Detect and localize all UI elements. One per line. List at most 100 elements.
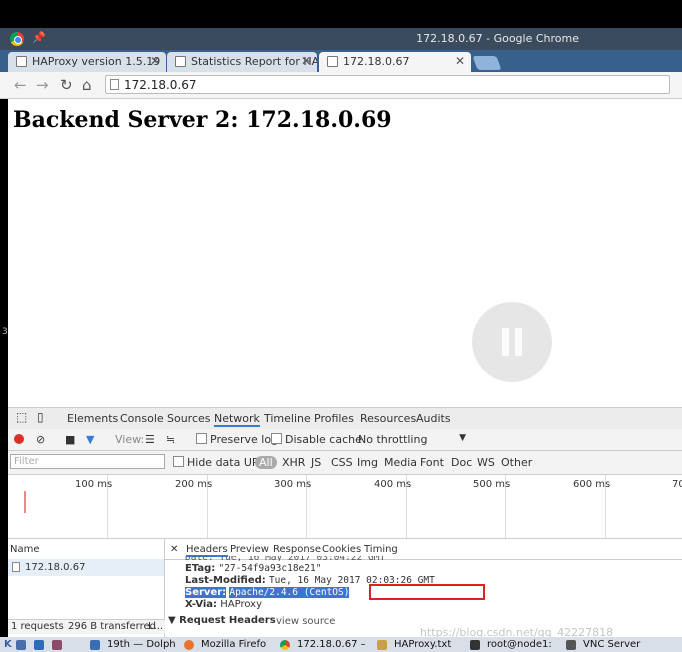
detail-tab-timing[interactable]: Timing xyxy=(364,544,398,555)
header-server: Server: Apache/2.4.6 (CentOS) xyxy=(185,587,350,598)
capture-screenshots-icon[interactable]: ■ xyxy=(65,433,75,446)
disable-cache-label: Disable cache xyxy=(285,433,362,446)
filter-type-all[interactable]: All xyxy=(255,456,277,469)
timeline-tick-label: 600 ms xyxy=(573,479,611,490)
filter-type-doc[interactable]: Doc xyxy=(451,456,472,469)
device-mode-icon[interactable]: ▯ xyxy=(37,410,44,424)
page-info-icon xyxy=(110,79,119,90)
request-headers-label: Request Headers xyxy=(179,615,276,626)
inspect-icon[interactable]: ⬚ xyxy=(16,410,27,424)
annotation-red-box xyxy=(369,584,485,600)
back-arrow-icon[interactable]: ← xyxy=(14,76,27,94)
devtools-tab-elements[interactable]: Elements xyxy=(67,412,118,425)
chrome-icon[interactable] xyxy=(280,640,290,650)
taskbar-item-chrome[interactable]: 172.18.0.67 – xyxy=(297,639,366,650)
close-tab-icon[interactable]: ✕ xyxy=(455,54,465,68)
page-icon xyxy=(16,56,27,67)
close-detail-icon[interactable]: ✕ xyxy=(170,544,178,555)
forward-arrow-icon[interactable]: → xyxy=(36,76,49,94)
tab-haproxy-version[interactable]: HAProxy version 1.5.19 ✕ xyxy=(8,52,166,72)
filter-type-media[interactable]: Media xyxy=(384,456,417,469)
top-black-band xyxy=(0,0,682,28)
request-headers-section[interactable]: ▼ Request Headers xyxy=(168,615,276,626)
clipped-header-line: Date: Tue, 16 May 2017 03:04:22 GMT xyxy=(185,556,385,561)
document-icon xyxy=(12,562,20,572)
pager-grid-icon[interactable] xyxy=(52,640,62,650)
network-filterbar: Filter Hide data URLs All XHR JS CSS Img… xyxy=(8,451,682,475)
filter-type-css[interactable]: CSS xyxy=(331,456,353,469)
network-summary-bar: 1 requests 296 B transferred L... xyxy=(8,619,166,634)
request-row[interactable]: 172.18.0.67 xyxy=(8,559,164,576)
timeline-tick-label: 100 ms xyxy=(75,479,113,490)
filter-type-other[interactable]: Other xyxy=(501,456,532,469)
pin-icon[interactable]: 📌 xyxy=(32,31,46,44)
filter-type-js[interactable]: JS xyxy=(311,456,321,469)
tab-label: HAProxy version 1.5.19 xyxy=(32,55,161,68)
header-name: ETag: xyxy=(185,563,216,574)
network-timeline-overview: 100 ms 200 ms 300 ms 400 ms 500 ms 600 m… xyxy=(8,475,682,539)
taskbar-item-terminal[interactable]: root@node1: xyxy=(487,639,552,650)
disable-cache-checkbox[interactable]: Disable cache xyxy=(271,433,362,446)
preserve-log-checkbox[interactable]: Preserve log xyxy=(196,433,278,446)
detail-tab-cookies[interactable]: Cookies xyxy=(322,544,361,555)
name-column-header[interactable]: Name xyxy=(10,544,40,555)
new-tab-button[interactable] xyxy=(472,56,502,70)
vnc-icon[interactable] xyxy=(566,640,576,650)
network-toolbar: ⊘ ■ ▼ View: ☰ ≒ Preserve log Disable cac… xyxy=(8,429,682,451)
url-field[interactable]: 172.18.0.67 xyxy=(105,75,670,94)
summary-more: L... xyxy=(148,621,164,632)
devtools-tab-timeline[interactable]: Timeline xyxy=(264,412,311,425)
request-count: 1 requests xyxy=(11,621,64,632)
header-value: Apache/2.4.6 (CentOS) xyxy=(229,587,350,598)
taskbar-item-dolphin[interactable]: 19th — Dolph xyxy=(107,639,176,650)
filter-funnel-icon[interactable]: ▼ xyxy=(86,433,94,446)
text-editor-icon[interactable] xyxy=(377,640,387,650)
reload-icon[interactable]: ↻ xyxy=(60,76,73,94)
detail-tab-preview[interactable]: Preview xyxy=(230,544,269,555)
page-heading: Backend Server 2: 172.18.0.69 xyxy=(13,107,392,133)
taskbar-item-firefox[interactable]: Mozilla Firefo xyxy=(201,639,266,650)
address-bar: ← → ↻ ⌂ 172.18.0.67 xyxy=(0,72,682,99)
window-titlebar: 📌 172.18.0.67 - Google Chrome xyxy=(0,28,682,50)
devtools-tab-resources[interactable]: Resources xyxy=(360,412,416,425)
detail-tab-response[interactable]: Response xyxy=(273,544,321,555)
home-icon[interactable]: ⌂ xyxy=(82,76,92,94)
tab-active-page[interactable]: 172.18.0.67 ✕ xyxy=(319,52,471,72)
throttling-select[interactable]: No throttling ▼ xyxy=(358,433,466,446)
filter-input[interactable]: Filter xyxy=(10,454,165,469)
firefox-icon[interactable] xyxy=(184,640,194,650)
view-label: View: xyxy=(115,433,145,446)
view-source-link[interactable]: view source xyxy=(276,616,335,627)
filter-type-img[interactable]: Img xyxy=(357,456,378,469)
kde-launcher-icon[interactable]: K xyxy=(4,639,12,650)
tab-label: Statistics Report for HAP xyxy=(191,55,317,68)
devtools-tab-sources[interactable]: Sources xyxy=(167,412,211,425)
devtools-tab-console[interactable]: Console xyxy=(120,412,164,425)
overview-icon[interactable]: ≒ xyxy=(166,433,175,446)
devtools-tab-profiles[interactable]: Profiles xyxy=(314,412,354,425)
filter-type-xhr[interactable]: XHR xyxy=(282,456,305,469)
header-name: X-Via: xyxy=(185,599,218,610)
filter-type-font[interactable]: Font xyxy=(420,456,444,469)
devtools-tab-audits[interactable]: Audits xyxy=(416,412,451,425)
devtools-tab-network[interactable]: Network xyxy=(214,412,260,427)
dolphin-icon[interactable] xyxy=(90,640,100,650)
terminal-icon[interactable] xyxy=(470,640,480,650)
close-tab-icon[interactable]: ✕ xyxy=(301,54,311,68)
pause-overlay-icon[interactable] xyxy=(472,302,552,382)
page-viewport xyxy=(8,99,682,407)
edge-artifact-3: 3 xyxy=(2,327,8,337)
filter-type-ws[interactable]: WS xyxy=(477,456,495,469)
timeline-tick-label: 500 ms xyxy=(473,479,511,490)
file-manager-icon[interactable] xyxy=(34,640,44,650)
desktop-pager-icon[interactable] xyxy=(16,640,26,650)
clear-icon[interactable]: ⊘ xyxy=(36,433,45,446)
tab-statistics-report[interactable]: Statistics Report for HAP ✕ xyxy=(167,52,317,72)
record-icon[interactable] xyxy=(14,434,24,444)
taskbar-item-haproxy-txt[interactable]: HAProxy.txt xyxy=(394,639,451,650)
taskbar-item-vnc[interactable]: VNC Server xyxy=(583,639,640,650)
close-tab-icon[interactable]: ✕ xyxy=(150,54,160,68)
transferred-size: 296 B transferred xyxy=(68,621,157,632)
large-rows-icon[interactable]: ☰ xyxy=(145,433,155,446)
header-value: HAProxy xyxy=(220,599,263,610)
